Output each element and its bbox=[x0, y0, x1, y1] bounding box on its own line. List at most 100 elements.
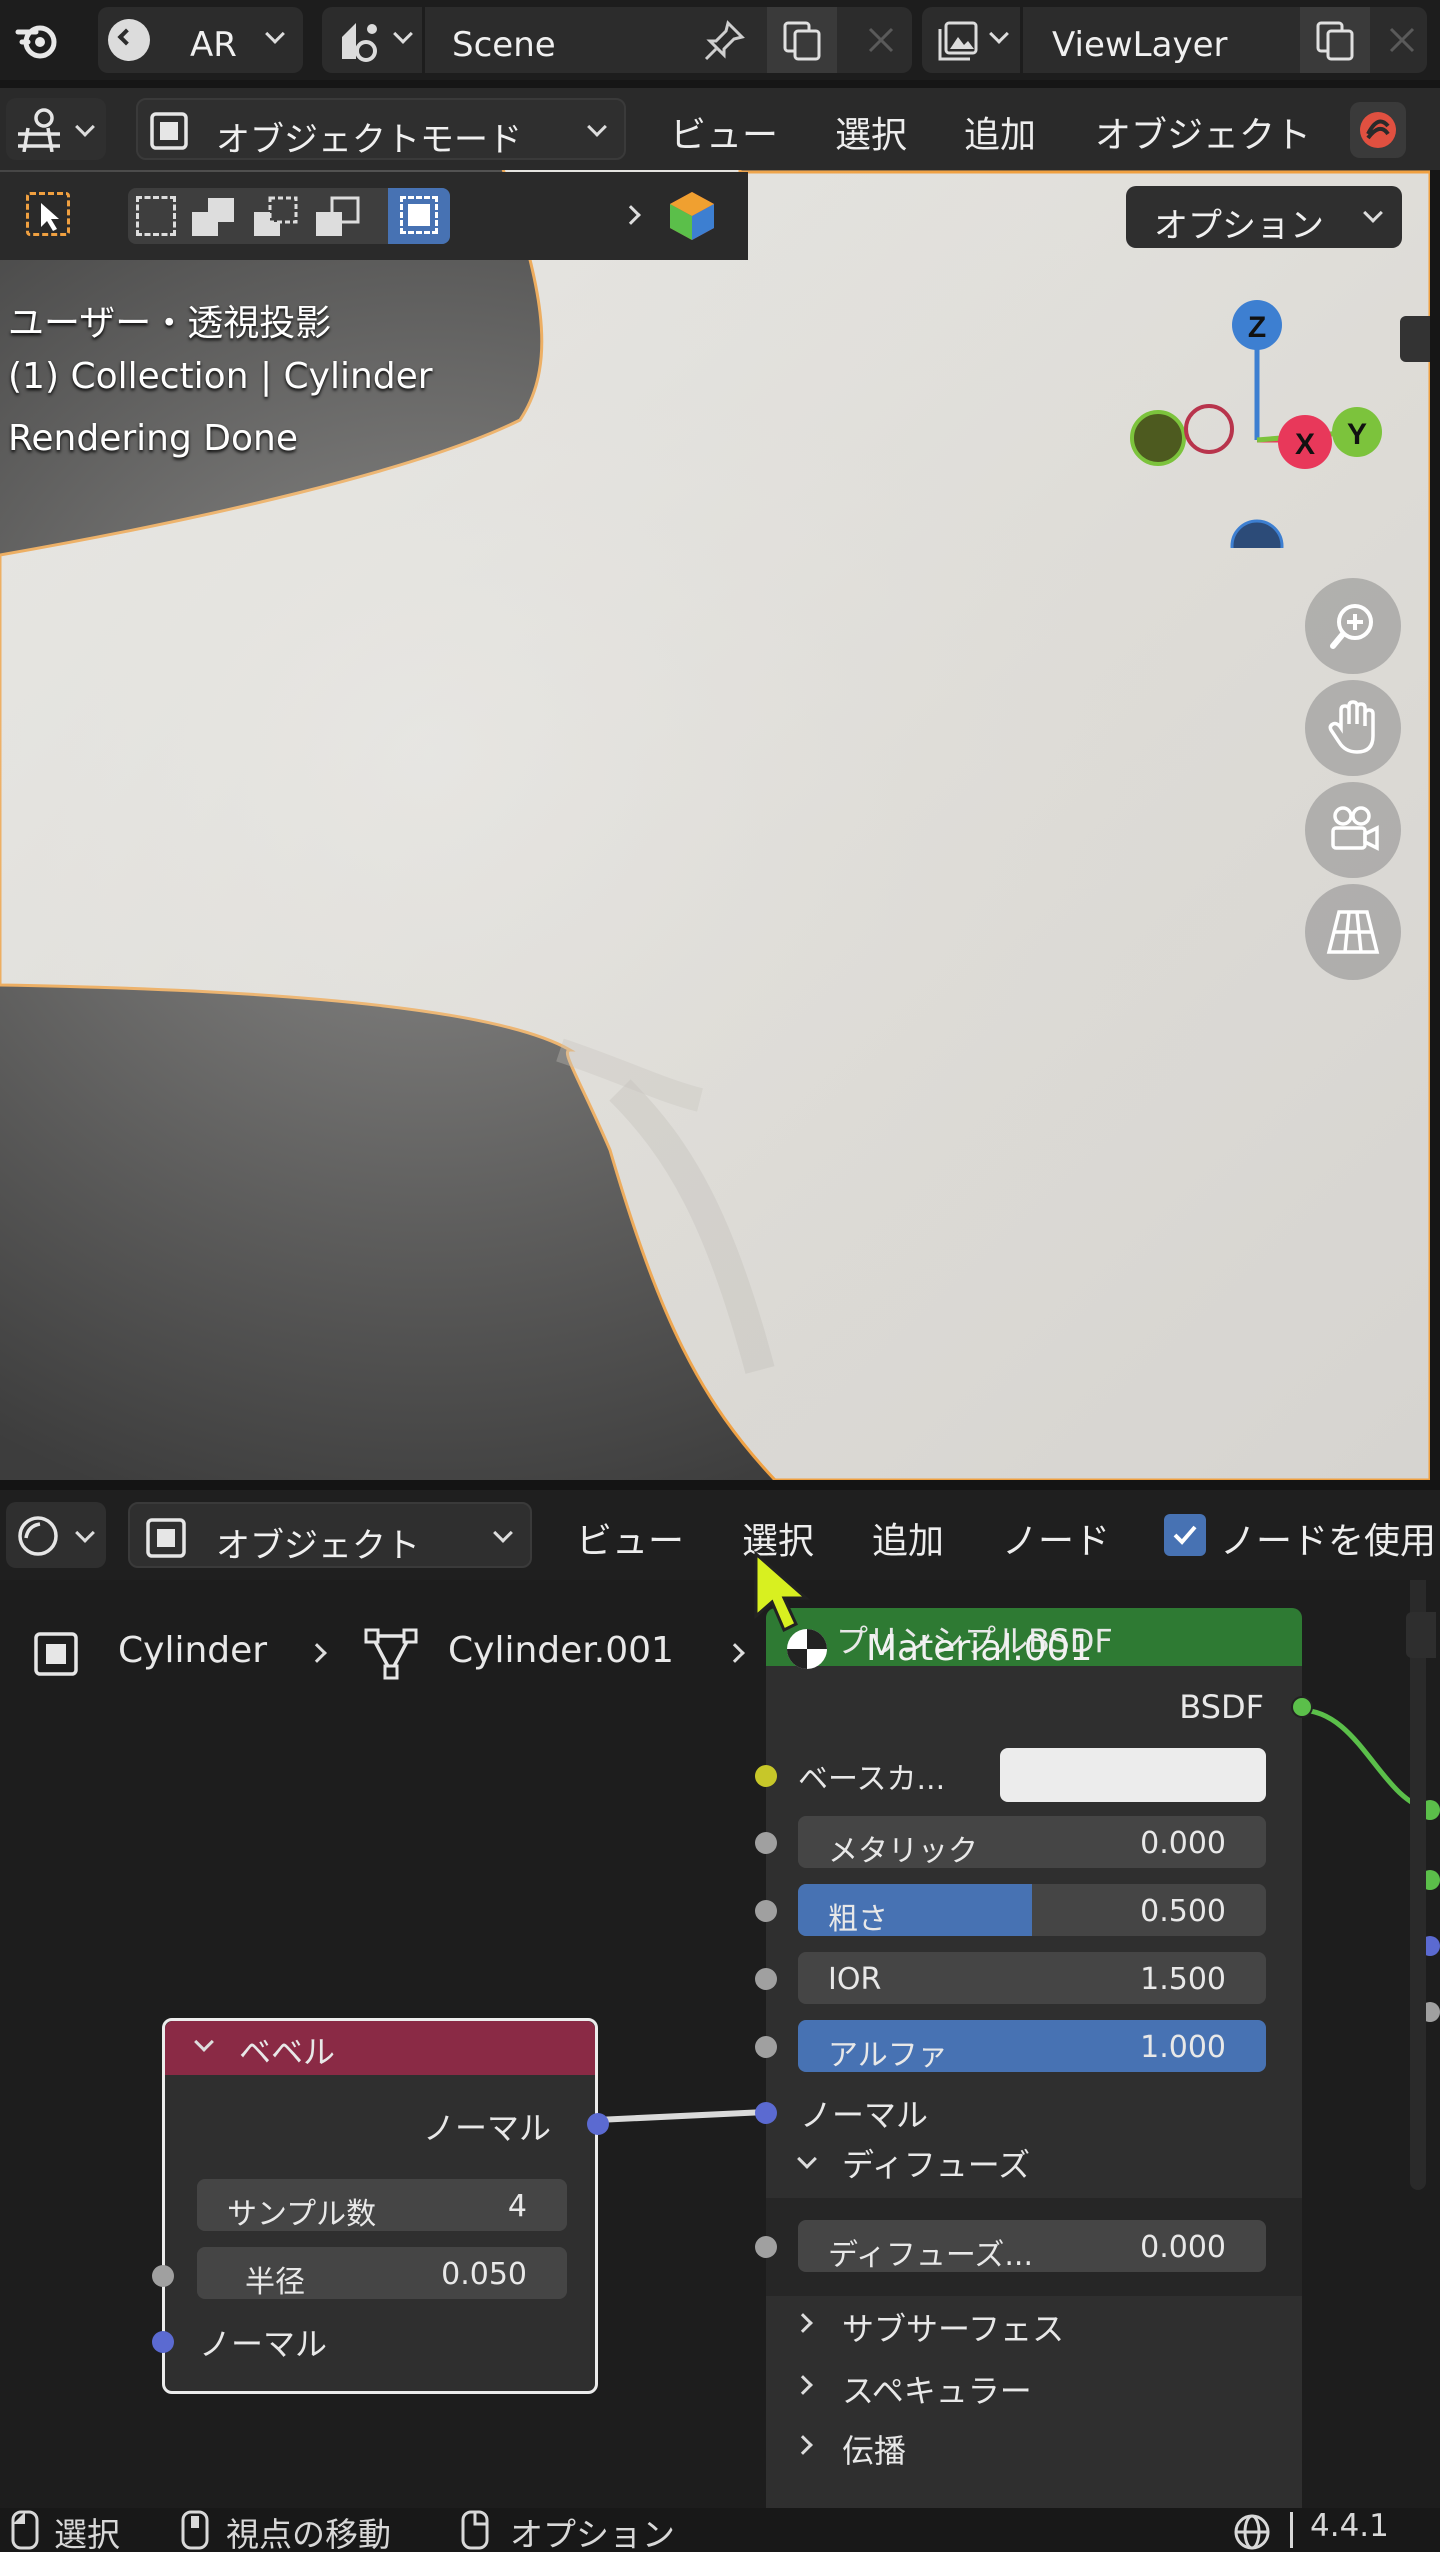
bsdf-output-socket[interactable] bbox=[1291, 1696, 1313, 1718]
chevron-right-icon[interactable] bbox=[793, 2435, 813, 2455]
3d-view-icon bbox=[18, 108, 60, 152]
roughness-socket[interactable] bbox=[755, 1900, 777, 1922]
chevron-down-icon[interactable] bbox=[194, 2032, 214, 2052]
view-layer-selector[interactable]: ViewLayer bbox=[922, 7, 1427, 73]
bevel-normal-input-socket[interactable] bbox=[152, 2331, 174, 2353]
diffuse-roughness-value: 0.000 bbox=[1140, 2230, 1226, 2265]
close-scene-button[interactable] bbox=[850, 7, 912, 73]
editor-type-selector[interactable] bbox=[6, 98, 106, 160]
mode-selector[interactable]: オブジェクトモード bbox=[136, 98, 626, 160]
duplicate-scene-button[interactable] bbox=[767, 7, 837, 73]
scene-selector[interactable]: Scene bbox=[322, 7, 912, 73]
ior-socket[interactable] bbox=[755, 1968, 777, 1990]
metallic-value: 0.000 bbox=[1140, 1826, 1226, 1861]
breadcrumb-mesh[interactable]: Cylinder.001 bbox=[448, 1630, 674, 1671]
duplicate-view-layer-button[interactable] bbox=[1300, 7, 1370, 73]
breadcrumb-material[interactable]: Material.001 bbox=[866, 1628, 1092, 1669]
menu-view[interactable]: ビュー bbox=[670, 106, 778, 158]
camera-view-button[interactable] bbox=[1305, 782, 1401, 878]
workspace-selector[interactable]: AR bbox=[98, 7, 303, 73]
menu-add[interactable]: 追加 bbox=[964, 106, 1036, 158]
pin-icon[interactable] bbox=[702, 19, 746, 63]
metallic-socket[interactable] bbox=[755, 1832, 777, 1854]
alpha-label: アルファ bbox=[828, 2038, 948, 2073]
radius-field[interactable]: 半径 0.050 bbox=[197, 2247, 567, 2300]
bevel-node[interactable]: ベベル ノーマル サンプル数 4 半径 0.050 ノーマル bbox=[152, 2018, 609, 2394]
options-dropdown[interactable]: オプション bbox=[1126, 186, 1402, 248]
samples-label: サンプル数 bbox=[227, 2197, 377, 2232]
diffuse-roughness-field[interactable]: ディフューズ... 0.000 bbox=[798, 2220, 1266, 2273]
pan-button[interactable] bbox=[1305, 680, 1401, 776]
principled-bsdf-node[interactable]: プリンシプルBSDF Material.001 BSDF ベースカ... メタリ… bbox=[755, 1608, 1313, 2508]
bevel-normal-output-socket[interactable] bbox=[587, 2113, 609, 2135]
svg-text:Z: Z bbox=[1248, 311, 1266, 344]
selection-mode-group bbox=[128, 188, 450, 244]
breadcrumb-object[interactable]: Cylinder bbox=[118, 1630, 267, 1671]
close-view-layer-button[interactable] bbox=[1377, 7, 1427, 73]
ior-field[interactable]: IOR 1.500 bbox=[798, 1952, 1266, 2004]
intersect-selection-button[interactable] bbox=[388, 188, 450, 244]
menu-node[interactable]: ノード bbox=[1002, 1512, 1110, 1564]
diffuse-section-label[interactable]: ディフューズ bbox=[842, 2140, 1030, 2186]
collection-info: (1) Collection | Cylinder bbox=[8, 356, 433, 397]
chevron-right-icon[interactable] bbox=[793, 2375, 813, 2395]
invert-selection-icon[interactable] bbox=[314, 196, 364, 238]
roughness-field[interactable]: 粗さ 0.500 bbox=[798, 1884, 1266, 1936]
shader-type-selector[interactable]: オブジェクト bbox=[128, 1502, 532, 1568]
subsurface-section-label[interactable]: サブサーフェス bbox=[842, 2304, 1064, 2350]
base-color-swatch[interactable] bbox=[1000, 1748, 1266, 1802]
scene-icon bbox=[342, 23, 377, 62]
menu-object[interactable]: オブジェクト bbox=[1095, 106, 1311, 158]
use-nodes-checkbox[interactable] bbox=[1164, 1514, 1206, 1556]
view-name: ユーザー・透視投影 bbox=[8, 303, 332, 344]
select-tool-button[interactable] bbox=[26, 192, 70, 236]
addon-button[interactable] bbox=[1350, 102, 1406, 158]
shader-type-label: オブジェクト bbox=[216, 1526, 420, 1566]
sidebar-toggle[interactable] bbox=[1400, 316, 1430, 362]
menu-select[interactable]: 選択 bbox=[835, 106, 907, 158]
base-color-label: ベースカ... bbox=[798, 1762, 946, 1797]
addon-icon bbox=[1360, 112, 1396, 148]
mouse-cursor-icon bbox=[754, 1550, 810, 1633]
mouse-middle-icon bbox=[181, 2510, 209, 2550]
base-color-socket[interactable] bbox=[755, 1765, 777, 1787]
zoom-button[interactable] bbox=[1305, 578, 1401, 674]
metallic-field[interactable]: メタリック 0.000 bbox=[798, 1816, 1266, 1869]
blender-logo-icon[interactable] bbox=[14, 18, 58, 62]
sidebar-toggle[interactable] bbox=[1406, 1612, 1436, 1658]
workspace-icon bbox=[108, 19, 150, 61]
alpha-socket[interactable] bbox=[755, 2036, 777, 2058]
shader-editor[interactable]: Cylinder Cylinder.001 プリンシプルBSDF Materia… bbox=[0, 1490, 1440, 2508]
navigation-gizmo[interactable]: Z Y X bbox=[1120, 288, 1400, 548]
samples-value: 4 bbox=[507, 2189, 527, 2224]
alpha-value: 1.000 bbox=[1140, 2030, 1226, 2065]
subtract-selection-icon[interactable] bbox=[252, 196, 302, 238]
vertical-scrollbar[interactable] bbox=[1410, 1570, 1426, 2190]
bevel-node-header[interactable]: ベベル bbox=[165, 2021, 595, 2075]
normal-input-label: ノーマル bbox=[800, 2096, 929, 2134]
3d-viewport[interactable]: ユーザー・透視投影 (1) Collection | Cylinder Rend… bbox=[0, 88, 1430, 1480]
perspective-toggle-button[interactable] bbox=[1305, 884, 1401, 980]
radius-socket[interactable] bbox=[152, 2265, 174, 2287]
gizmo-toggle-icon[interactable] bbox=[664, 188, 720, 244]
transmission-section-label[interactable]: 伝播 bbox=[842, 2426, 906, 2472]
cursor-icon bbox=[41, 203, 59, 231]
diffuse-roughness-socket[interactable] bbox=[755, 2236, 777, 2258]
use-nodes-label[interactable]: ノードを使用 bbox=[1220, 1512, 1436, 1564]
workspace-name: AR bbox=[190, 25, 237, 65]
editor-type-selector[interactable] bbox=[6, 1502, 106, 1568]
svg-text:Y: Y bbox=[1347, 418, 1367, 451]
area-divider[interactable] bbox=[0, 1480, 1440, 1490]
extend-selection-icon[interactable] bbox=[190, 196, 240, 238]
chevron-right-icon[interactable] bbox=[793, 2313, 813, 2333]
status-select: 選択 bbox=[54, 2515, 120, 2552]
alpha-field[interactable]: アルファ 1.000 bbox=[798, 2020, 1266, 2073]
menu-view[interactable]: ビュー bbox=[576, 1512, 684, 1564]
chevron-down-icon[interactable] bbox=[797, 2149, 817, 2169]
samples-field[interactable]: サンプル数 4 bbox=[197, 2179, 567, 2232]
normal-input-socket[interactable] bbox=[755, 2102, 777, 2124]
menu-add[interactable]: 追加 bbox=[872, 1512, 944, 1564]
new-selection-button[interactable] bbox=[136, 196, 176, 236]
specular-section-label[interactable]: スペキュラー bbox=[842, 2366, 1032, 2412]
duplicate-icon bbox=[1316, 21, 1354, 61]
